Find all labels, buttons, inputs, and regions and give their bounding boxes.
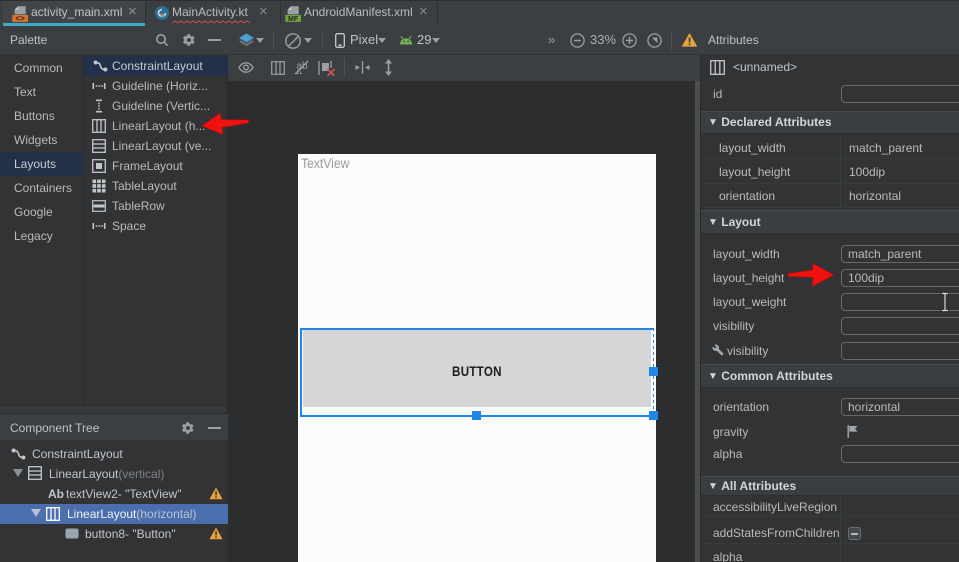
svg-text:<>: <>	[15, 14, 25, 22]
svg-text:MF: MF	[288, 16, 299, 22]
